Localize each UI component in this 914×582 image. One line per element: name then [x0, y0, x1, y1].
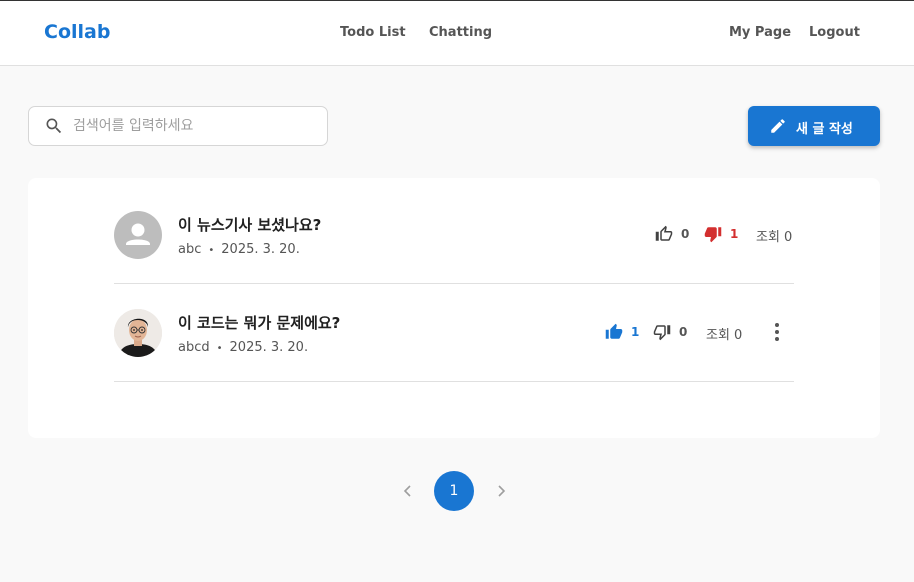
- dislike-button[interactable]: 0: [653, 323, 687, 341]
- thumb-down-filled-icon: [704, 227, 722, 243]
- post-item[interactable]: 이 뉴스기사 보셨나요? abc • 2025. 3. 20. 0 1 조회 0: [114, 178, 794, 284]
- default-avatar-icon: [114, 211, 162, 259]
- meta-separator: •: [216, 343, 223, 354]
- dislike-count: 0: [679, 325, 688, 339]
- post-title[interactable]: 이 뉴스기사 보셨나요?: [178, 214, 321, 235]
- new-post-button[interactable]: 새 글 작성: [748, 106, 880, 146]
- dislike-button[interactable]: 1: [704, 225, 738, 243]
- brand-logo-link[interactable]: Collab: [44, 21, 110, 43]
- chevron-right-icon[interactable]: [493, 482, 509, 500]
- thumb-up-filled-icon: [605, 323, 623, 339]
- dislike-count: 1: [730, 227, 739, 241]
- post-date: 2025. 3. 20.: [229, 340, 309, 355]
- search-input[interactable]: [73, 115, 313, 137]
- nav-chatting[interactable]: Chatting: [429, 25, 492, 40]
- page-button-current[interactable]: 1: [434, 471, 474, 511]
- post-meta: abcd • 2025. 3. 20.: [178, 340, 308, 355]
- new-post-label: 새 글 작성: [796, 122, 853, 137]
- search-box: [28, 106, 328, 146]
- pencil-icon: [771, 119, 785, 133]
- nav-todo-list[interactable]: Todo List: [340, 25, 406, 40]
- post-meta: abc • 2025. 3. 20.: [178, 242, 300, 257]
- thumb-down-outline-icon: [653, 325, 671, 341]
- nav-my-page[interactable]: My Page: [729, 25, 791, 40]
- view-count: 조회 0: [706, 328, 743, 343]
- search-icon: [46, 118, 62, 134]
- like-button[interactable]: 0: [655, 225, 689, 243]
- app-header: Collab Todo List Chatting My Page Logout: [0, 1, 914, 66]
- chevron-left-icon[interactable]: [400, 482, 416, 500]
- post-date: 2025. 3. 20.: [221, 242, 300, 257]
- like-button[interactable]: 1: [605, 323, 639, 341]
- like-count: 1: [631, 325, 640, 339]
- post-title[interactable]: 이 코드는 뭐가 문제에요?: [178, 312, 340, 333]
- post-item[interactable]: 이 코드는 뭐가 문제에요? abcd • 2025. 3. 20. 1 0 조회 …: [114, 284, 794, 382]
- meta-separator: •: [208, 245, 215, 256]
- post-list-card: 이 뉴스기사 보셨나요? abc • 2025. 3. 20. 0 1 조회 0: [28, 178, 880, 438]
- like-count: 0: [681, 227, 690, 241]
- user-photo-avatar: [114, 309, 162, 357]
- more-options-icon[interactable]: [770, 321, 784, 343]
- post-author: abcd: [178, 340, 210, 355]
- view-count: 조회 0: [756, 230, 793, 245]
- thumb-up-outline-icon: [655, 225, 673, 241]
- post-author: abc: [178, 242, 202, 257]
- nav-logout[interactable]: Logout: [809, 25, 860, 40]
